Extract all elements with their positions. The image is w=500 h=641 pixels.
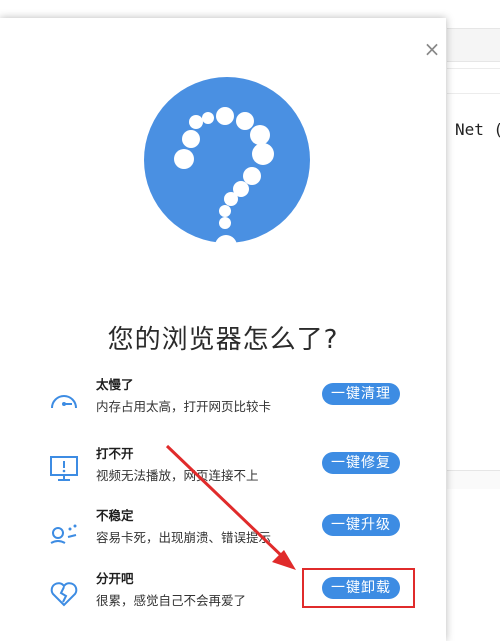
repair-button[interactable]: 一键修复: [322, 452, 400, 474]
item-description: 视频无法播放，网页连接不上: [96, 468, 259, 483]
list-item-slow: 太慢了 内存占用太高，打开网页比较卡 一键清理: [0, 374, 446, 430]
background-toolbar: [447, 28, 500, 62]
list-item-cannot-open: 打不开 视频无法播放，网页连接不上 一键修复: [0, 443, 446, 499]
item-title: 打不开: [96, 446, 134, 461]
item-title: 不稳定: [96, 508, 134, 523]
unstable-icon: [50, 524, 77, 544]
upgrade-button[interactable]: 一键升级: [322, 514, 400, 536]
uninstall-dialog: × 您的浏览器怎么了? 太慢了 内存占用太高，打开网页比较卡 一键清理 打不开 …: [0, 18, 446, 641]
question-mark-icon: [144, 77, 310, 257]
background-text: Net (: [455, 120, 500, 139]
item-title: 分开吧: [96, 571, 134, 586]
broken-heart-icon: [50, 582, 78, 607]
list-item-unstable: 不稳定 容易卡死，出现崩溃、错误提示 一键升级: [0, 505, 446, 561]
close-icon[interactable]: ×: [423, 39, 441, 59]
speedometer-icon: [51, 395, 77, 409]
page-title: 您的浏览器怎么了?: [107, 325, 339, 355]
item-description: 内存占用太高，打开网页比较卡: [96, 399, 272, 414]
background-divider: [447, 68, 500, 94]
annotation-highlight-box: [302, 568, 415, 608]
monitor-alert-icon: [50, 456, 78, 481]
clean-button[interactable]: 一键清理: [322, 383, 400, 405]
background-footer-band: [447, 470, 500, 489]
item-description: 容易卡死，出现崩溃、错误提示: [96, 530, 272, 545]
item-description: 很累，感觉自己不会再爱了: [96, 593, 247, 608]
item-title: 太慢了: [96, 377, 134, 392]
